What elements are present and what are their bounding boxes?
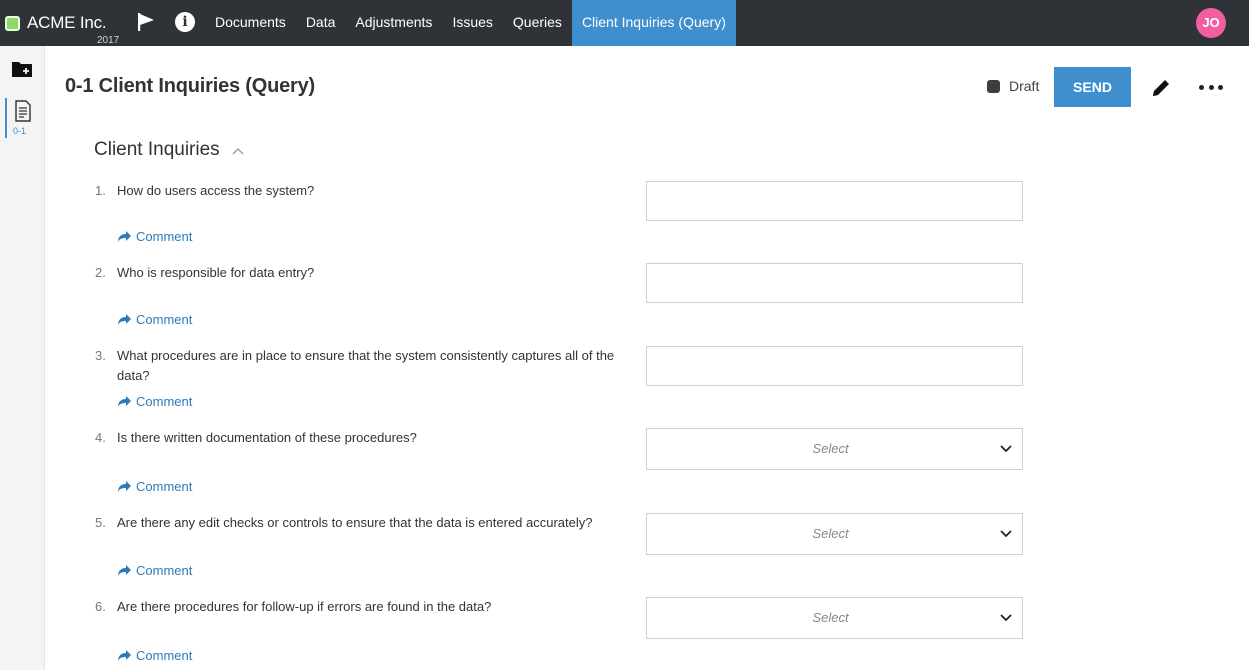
share-arrow-icon (118, 231, 131, 242)
select-placeholder: Select (812, 441, 849, 456)
share-arrow-icon (118, 314, 131, 325)
status-indicator-icon (987, 79, 1000, 93)
question-number: 4. (95, 430, 106, 445)
left-rail: 0-1 (0, 46, 45, 670)
status-badge: Draft (987, 78, 1039, 94)
status-text: Draft (1009, 78, 1040, 94)
top-bar: ACME Inc. 2017 i Documents Data Adjustme… (0, 0, 1249, 46)
answer-select-4[interactable]: Select (646, 428, 1023, 470)
question-text: Are there procedures for follow-up if er… (117, 599, 492, 614)
question-text: Who is responsible for data entry? (117, 265, 315, 280)
send-button[interactable]: SEND (1054, 67, 1131, 107)
comment-link[interactable]: Comment (117, 394, 192, 409)
app-brand[interactable]: ACME Inc. (5, 13, 107, 33)
select-placeholder: Select (812, 610, 849, 625)
answer-input-3[interactable] (646, 346, 1023, 386)
document-icon (15, 100, 31, 122)
question-text: What procedures are in place to ensure t… (117, 348, 615, 383)
question-number: 6. (95, 599, 106, 614)
info-icon[interactable]: i (175, 12, 195, 32)
comment-label: Comment (136, 648, 193, 663)
chevron-down-icon (1000, 614, 1012, 622)
nav-client-inquiries[interactable]: Client Inquiries (Query) (571, 0, 736, 46)
pencil-edit-icon[interactable] (1150, 77, 1172, 99)
question-text: Are there any edit checks or controls to… (117, 515, 593, 530)
answer-input-1[interactable] (646, 181, 1023, 221)
share-arrow-icon (118, 650, 131, 661)
flag-icon[interactable] (137, 12, 155, 32)
nav-documents[interactable]: Documents (205, 0, 296, 46)
comment-label: Comment (136, 229, 193, 244)
share-arrow-icon (118, 565, 131, 576)
nav-queries[interactable]: Queries (503, 0, 572, 46)
user-avatar[interactable]: JO (1196, 8, 1226, 38)
answer-select-5[interactable]: Select (646, 513, 1023, 555)
comment-label: Comment (136, 312, 193, 327)
chevron-down-icon (1000, 530, 1012, 538)
brand-logo-icon (5, 15, 20, 31)
comment-link[interactable]: Comment (117, 312, 192, 327)
app-name: ACME Inc. (27, 13, 107, 32)
share-arrow-icon (118, 396, 131, 407)
question-number: 5. (95, 515, 106, 530)
page-title: 0-1 Client Inquiries (Query) (65, 75, 316, 97)
question-text: Is there written documentation of these … (117, 430, 417, 445)
doc-tab-0-1[interactable]: 0-1 (5, 98, 39, 138)
comment-link[interactable]: Comment (117, 479, 192, 494)
comment-label: Comment (136, 479, 193, 494)
comment-link[interactable]: Comment (117, 229, 192, 244)
nav-data[interactable]: Data (296, 0, 346, 46)
main-nav: Documents Data Adjustments Issues Querie… (205, 0, 736, 46)
question-number: 2. (95, 265, 106, 280)
comment-link[interactable]: Comment (117, 563, 192, 578)
chevron-up-icon[interactable] (232, 146, 244, 156)
nav-adjustments[interactable]: Adjustments (345, 0, 442, 46)
doc-tab-label: 0-1 (13, 126, 27, 136)
more-options-icon[interactable] (1199, 80, 1223, 94)
nav-issues[interactable]: Issues (442, 0, 502, 46)
section-title: Client Inquiries (94, 139, 220, 160)
share-arrow-icon (118, 481, 131, 492)
folder-icon[interactable] (11, 60, 33, 78)
answer-select-6[interactable]: Select (646, 597, 1023, 639)
question-text: How do users access the system? (117, 183, 315, 198)
comment-label: Comment (136, 394, 193, 409)
chevron-down-icon (1000, 445, 1012, 453)
question-number: 3. (95, 348, 106, 363)
app-year: 2017 (97, 35, 120, 46)
comment-label: Comment (136, 563, 193, 578)
select-placeholder: Select (812, 526, 849, 541)
question-number: 1. (95, 183, 106, 198)
comment-link[interactable]: Comment (117, 648, 192, 663)
answer-input-2[interactable] (646, 263, 1023, 303)
